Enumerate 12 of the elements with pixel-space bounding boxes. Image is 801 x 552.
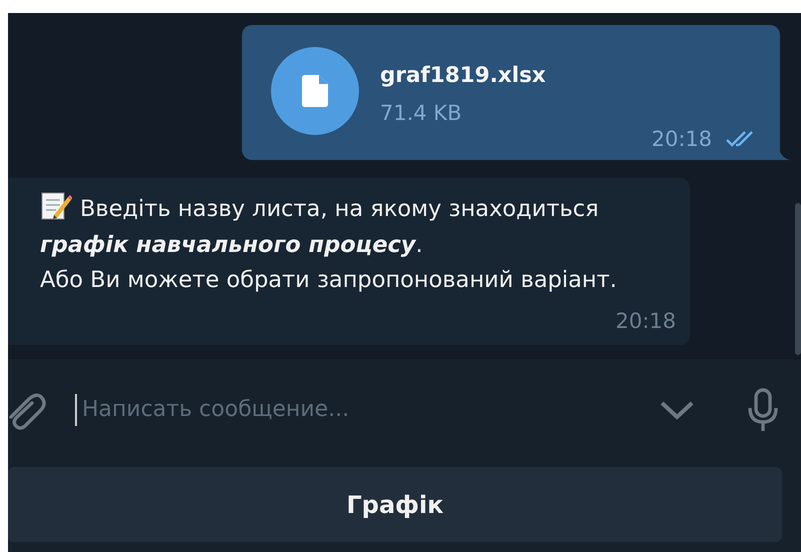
memo-icon: [40, 191, 72, 221]
document-icon: [302, 75, 328, 107]
file-name: graf1819.xlsx: [380, 63, 546, 88]
message-input[interactable]: Написать сообщение...: [75, 394, 659, 426]
chevron-down-icon[interactable]: [659, 400, 695, 420]
keyboard-button[interactable]: Графік: [8, 467, 782, 542]
message-text: Введіть назву листа, на якому знаходиться графік навчального процесу. Або Ви можете обрати запропонований варіант.: [40, 191, 617, 298]
file-size: 71.4 KB: [380, 101, 463, 125]
message-time: 20:18: [615, 309, 676, 333]
microphone-icon[interactable]: [747, 388, 779, 432]
message-time: 20:18: [651, 127, 712, 151]
scrollbar[interactable]: [795, 203, 801, 355]
